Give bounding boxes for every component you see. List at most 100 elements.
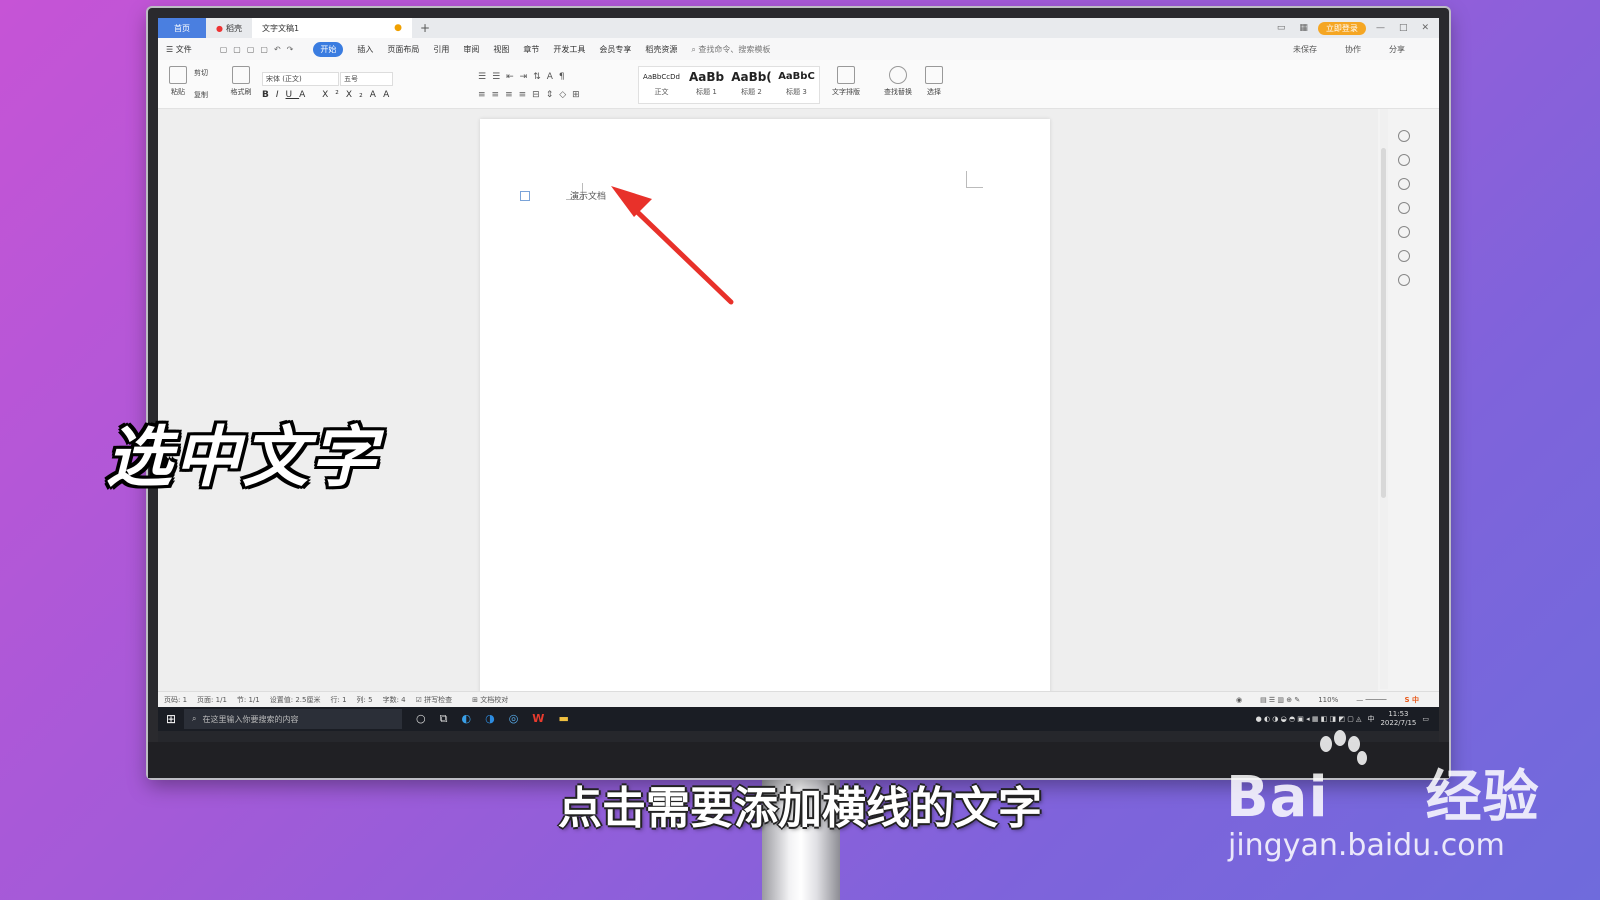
watermark-brand-suffix: 经验: [1425, 765, 1540, 830]
status-row: 行: 1: [330, 696, 347, 704]
font-size-select[interactable]: 五号: [340, 72, 393, 86]
search-icon: ⌕: [192, 714, 197, 723]
find-replace-button[interactable]: 查找替换: [878, 66, 918, 97]
style-normal[interactable]: AaBbCcDd 正文: [639, 67, 684, 103]
style-heading-3-name: 标题 3: [786, 88, 807, 96]
taskbar-search-placeholder: 在这里输入你要搜索的内容: [202, 714, 299, 724]
cut-label: 剪切: [194, 69, 208, 77]
quick-access-icons[interactable]: ▢▢▢▢↶↷: [220, 45, 300, 54]
spell-check-label: 拼写检查: [424, 696, 453, 704]
new-tab-button[interactable]: +: [412, 21, 438, 35]
cut-button[interactable]: 剪切: [194, 68, 208, 78]
style-heading-2[interactable]: AaBb( 标题 2: [729, 67, 774, 103]
menu-item-insert[interactable]: 插入: [357, 44, 373, 55]
style-heading-1-name: 标题 1: [696, 88, 717, 96]
scrollbar-thumb[interactable]: [1381, 148, 1386, 498]
style-heading-3-sample: AaBbC: [778, 71, 815, 82]
collab-button[interactable]: 协作: [1345, 44, 1361, 55]
text-layout-icon: [837, 66, 855, 84]
menu-item-review[interactable]: 审阅: [463, 44, 479, 55]
search-icon: [889, 66, 907, 84]
ime-tray[interactable]: 中: [1367, 714, 1374, 724]
menu-bar: ☰ 文件 ▢▢▢▢↶↷ 开始 插入 页面布局 引用 审阅 视图 章节 开发工具 …: [158, 38, 1439, 60]
windows-start-icon[interactable]: ⊞: [158, 712, 184, 726]
proofread-button[interactable]: ⊞ 文档校对: [472, 695, 518, 705]
share-button[interactable]: 分享: [1389, 44, 1405, 55]
side-tool-settings-icon[interactable]: [1398, 202, 1410, 214]
spell-check-toggle[interactable]: ☑ 拼写检查: [416, 695, 463, 705]
menu-file[interactable]: ☰ 文件: [166, 44, 206, 55]
brush-icon: [232, 66, 250, 84]
tab-document[interactable]: 文字文稿1 ●: [251, 18, 412, 38]
clock[interactable]: 11:53 2022/7/15: [1380, 710, 1416, 728]
red-arrow-head: [611, 186, 652, 217]
view-mode-icons[interactable]: ▤ ☰ ▥ ⊕ ✎: [1260, 696, 1300, 704]
close-button[interactable]: ✕: [1417, 23, 1433, 33]
menu-item-references[interactable]: 引用: [433, 44, 449, 55]
text-layout-button[interactable]: 文字排版: [826, 66, 866, 97]
template-icon: ●: [216, 23, 223, 33]
status-words[interactable]: 字数: 4: [383, 695, 406, 705]
cortana-icon[interactable]: ○: [416, 712, 426, 726]
menu-item-page-layout[interactable]: 页面布局: [387, 44, 419, 55]
status-bar: 页码: 1 页面: 1/1 节: 1/1 设置值: 2.5厘米 行: 1 列: …: [158, 691, 1439, 708]
document-area: 演示文档: [158, 109, 1378, 699]
clock-date: 2022/7/15: [1380, 719, 1417, 727]
task-view-icon[interactable]: ⧉: [440, 712, 448, 726]
menu-item-start[interactable]: 开始: [313, 41, 344, 57]
ime-indicator[interactable]: S 中: [1405, 695, 1419, 705]
side-tool-backup-icon[interactable]: [1398, 250, 1410, 262]
zoom-level[interactable]: 110%: [1318, 696, 1338, 704]
format-buttons[interactable]: BIUA X²X₂AA: [262, 90, 396, 100]
align-buttons[interactable]: ≡≡≡≡⊟⇕◇⊞: [478, 90, 586, 100]
file-explorer-icon[interactable]: ▬: [558, 712, 568, 726]
menu-item-member[interactable]: 会员专享: [599, 44, 631, 55]
edge-icon[interactable]: ◐: [461, 712, 471, 726]
side-tool-pen-icon[interactable]: [1398, 154, 1410, 166]
tray-icons[interactable]: ● ◐ ◑ ◒ ◓ ▣ ◂ ▦ ◧ ◨ ◩ ▢ ◬: [1256, 715, 1362, 723]
command-search[interactable]: ⌕ 查找命令、搜索模板: [691, 44, 784, 55]
minimize-button[interactable]: —: [1372, 23, 1389, 33]
menu-item-developer[interactable]: 开发工具: [553, 44, 585, 55]
browser-icon[interactable]: ◎: [509, 712, 519, 726]
style-heading-3[interactable]: AaBbC 标题 3: [774, 67, 819, 103]
menu-item-view[interactable]: 视图: [493, 44, 509, 55]
side-tool-style-icon[interactable]: [1398, 130, 1410, 142]
system-tray: ● ◐ ◑ ◒ ◓ ▣ ◂ ▦ ◧ ◨ ◩ ▢ ◬ 中 11:53 2022/7…: [1256, 710, 1439, 728]
command-search-label: 查找命令、搜索模板: [698, 44, 771, 54]
edge-new-icon[interactable]: ◑: [485, 712, 495, 726]
wps-icon[interactable]: W: [532, 712, 544, 726]
ribbon: 粘贴 剪切 复制 格式刷 宋体 (正文) 五号 BIUA X²X₂AA ☰☰⇤⇥…: [158, 60, 1439, 109]
tab-document-label: 文字文稿1: [261, 23, 300, 33]
menu-item-resources[interactable]: 稻壳资源: [645, 44, 677, 55]
copy-button[interactable]: 复制: [194, 90, 208, 100]
find-replace-label: 查找替换: [884, 88, 912, 96]
select-button[interactable]: 选择: [922, 66, 946, 97]
eye-protect-icon[interactable]: ◉: [1236, 696, 1242, 704]
layout-icon[interactable]: ▭: [1273, 23, 1290, 33]
style-heading-1[interactable]: AaBb 标题 1: [684, 67, 729, 103]
watermark-brand: Bai 经验: [1226, 752, 1540, 833]
taskbar: ⊞ ⌕ 在这里输入你要搜索的内容 ○ ⧉ ◐ ◑ ◎ W ▬ ● ◐ ◑ ◒ ◓…: [158, 707, 1439, 731]
side-tool-help-icon[interactable]: [1398, 226, 1410, 238]
font-name-select[interactable]: 宋体 (正文): [262, 72, 339, 86]
list-buttons[interactable]: ☰☰⇤⇥⇅A¶: [478, 72, 571, 82]
status-page: 页码: 1: [164, 696, 188, 704]
side-tool-cursor-icon[interactable]: [1398, 178, 1410, 190]
clock-time: 11:53: [1388, 710, 1409, 718]
maximize-button[interactable]: □: [1395, 23, 1412, 33]
style-normal-sample: AaBbCcDd: [643, 73, 680, 81]
paste-button[interactable]: 粘贴: [166, 66, 190, 97]
tab-template[interactable]: ● 稻壳: [206, 18, 252, 38]
side-tool-location-icon[interactable]: [1398, 274, 1410, 286]
tab-home[interactable]: 首页: [158, 18, 206, 38]
notification-icon[interactable]: ▭: [1422, 715, 1429, 723]
login-button[interactable]: 立即登录: [1317, 21, 1366, 35]
red-arrow-shaft: [625, 200, 734, 305]
format-painter-button[interactable]: 格式刷: [228, 66, 254, 97]
menu-item-chapter[interactable]: 章节: [523, 44, 539, 55]
zoom-slider[interactable]: — ─────: [1356, 696, 1386, 704]
apps-grid-icon[interactable]: ▦: [1295, 23, 1312, 33]
taskbar-search[interactable]: ⌕ 在这里输入你要搜索的内容: [184, 709, 402, 729]
unsaved-status[interactable]: 未保存: [1293, 44, 1317, 55]
